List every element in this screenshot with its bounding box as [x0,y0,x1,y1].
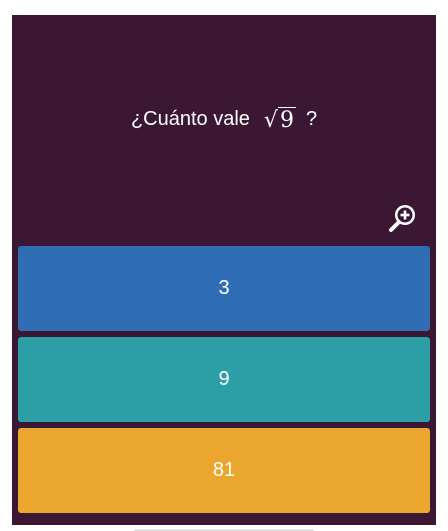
square-root-expression: √ 9 [264,107,296,132]
question-prefix: ¿Cuánto vale [130,108,250,131]
answer-option-label: 9 [218,368,230,390]
question-panel: ¿Cuánto vale √ 9? [12,15,436,244]
quiz-card: ¿Cuánto vale √ 9? 3 9 81 [12,15,436,525]
answer-option-label: 81 [212,459,236,481]
radicand: 9 [277,107,296,133]
answer-option-b[interactable]: 9 [18,337,430,422]
question-text: ¿Cuánto vale √ 9? [12,107,436,132]
answer-option-a[interactable]: 3 [18,246,430,331]
zoom-in-button[interactable] [388,201,420,233]
radical-sign: √ [263,108,278,134]
zoom-in-icon [389,205,415,232]
question-suffix: ? [305,108,318,131]
answer-option-label: 3 [218,277,230,299]
answer-option-c[interactable]: 81 [18,428,430,513]
